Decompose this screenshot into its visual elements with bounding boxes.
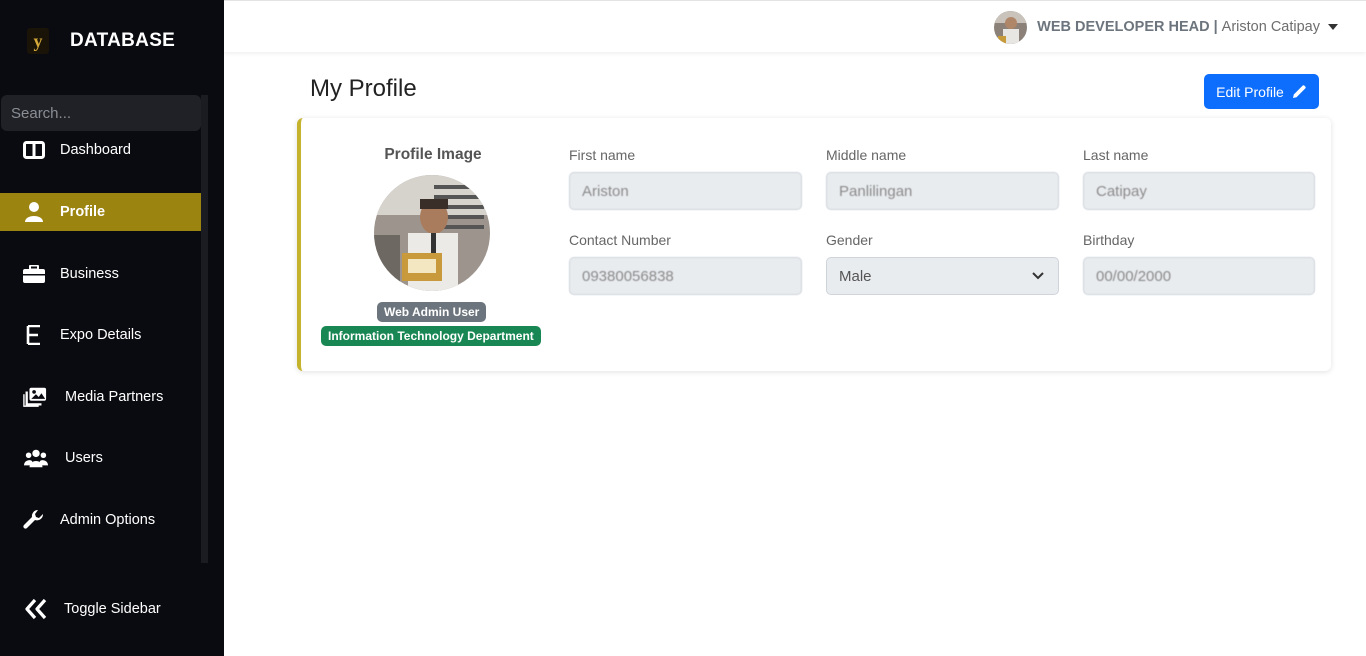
sidebar-item-label: Expo Details [60,327,142,343]
gender-label: Gender [826,232,873,248]
contact-number-field[interactable]: 09380056838 [569,257,802,295]
last-name-label: Last name [1083,147,1149,163]
birthday-field[interactable]: 00/00/2000 [1083,257,1315,295]
sidebar-item-label: Business [60,266,119,282]
sidebar-item-expo-details[interactable]: Expo Details [0,316,201,354]
contact-number-label: Contact Number [569,232,671,248]
sidebar-item-label: Media Partners [65,389,164,405]
gender-select[interactable]: Male [826,257,1059,295]
double-chevron-left-icon [24,597,48,621]
sidebar-item-label: Dashboard [60,142,131,158]
profile-image-title: Profile Image [384,146,482,163]
profile-card: Profile Image Web Admin User Information… [297,118,1331,371]
sidebar-item-users[interactable]: Users [0,439,201,477]
sidebar-item-label: Profile [60,204,106,220]
svg-text:y: y [34,31,43,51]
gender-value: Male [839,267,872,285]
avatar [994,10,1028,44]
letter-e-icon [22,323,46,347]
sidebar-item-admin-options[interactable]: Admin Options [0,501,201,539]
middle-name-field[interactable]: Panlilingan [826,172,1059,210]
birthday-label: Birthday [1083,232,1135,248]
sidebar-item-label: Users [65,450,103,466]
department-badge: Information Technology Department [321,326,541,346]
chevron-down-icon [1032,272,1044,280]
users-icon [24,446,48,470]
user-menu[interactable]: WEB DEVELOPER HEAD | Ariston Catipay [994,10,1338,44]
page-title: My Profile [310,75,417,102]
pencil-icon [1292,85,1306,98]
sidebar-item-dashboard[interactable]: Dashboard [0,131,201,169]
toggle-sidebar-button[interactable]: Toggle Sidebar [0,590,201,628]
role-badge: Web Admin User [377,302,487,322]
sidebar-item-business[interactable]: Business [0,255,201,293]
user-role: WEB DEVELOPER HEAD | [1037,19,1218,35]
columns-icon [22,138,46,162]
toggle-sidebar-label: Toggle Sidebar [64,601,161,617]
sidebar-item-profile[interactable]: Profile [0,193,201,231]
user-icon [22,200,46,224]
user-name: Ariston Catipay [1221,19,1320,35]
sidebar-item-media-partners[interactable]: Media Partners [0,378,201,416]
wrench-icon [22,508,46,532]
last-name-field[interactable]: Catipay [1083,172,1315,210]
photos-icon [23,385,47,409]
sidebar-item-label: Admin Options [60,512,156,528]
middle-name-label: Middle name [826,147,907,163]
edit-profile-label: Edit Profile [1216,83,1284,100]
edit-profile-button[interactable]: Edit Profile [1204,74,1319,109]
caret-down-icon [1328,24,1338,30]
briefcase-icon [22,262,46,286]
sidebar-scrollbar[interactable] [201,95,208,563]
first-name-label: First name [569,147,636,163]
topbar: WEB DEVELOPER HEAD | Ariston Catipay [224,0,1366,52]
brand-logo-icon: y [26,27,50,55]
first-name-field[interactable]: Ariston [569,172,802,210]
search-input[interactable] [1,95,201,131]
brand-name: DATABASE [70,30,176,51]
brand[interactable]: y DATABASE [26,24,175,58]
profile-image [374,175,490,291]
sidebar: y DATABASE Dashboard Profile Business [0,0,224,656]
